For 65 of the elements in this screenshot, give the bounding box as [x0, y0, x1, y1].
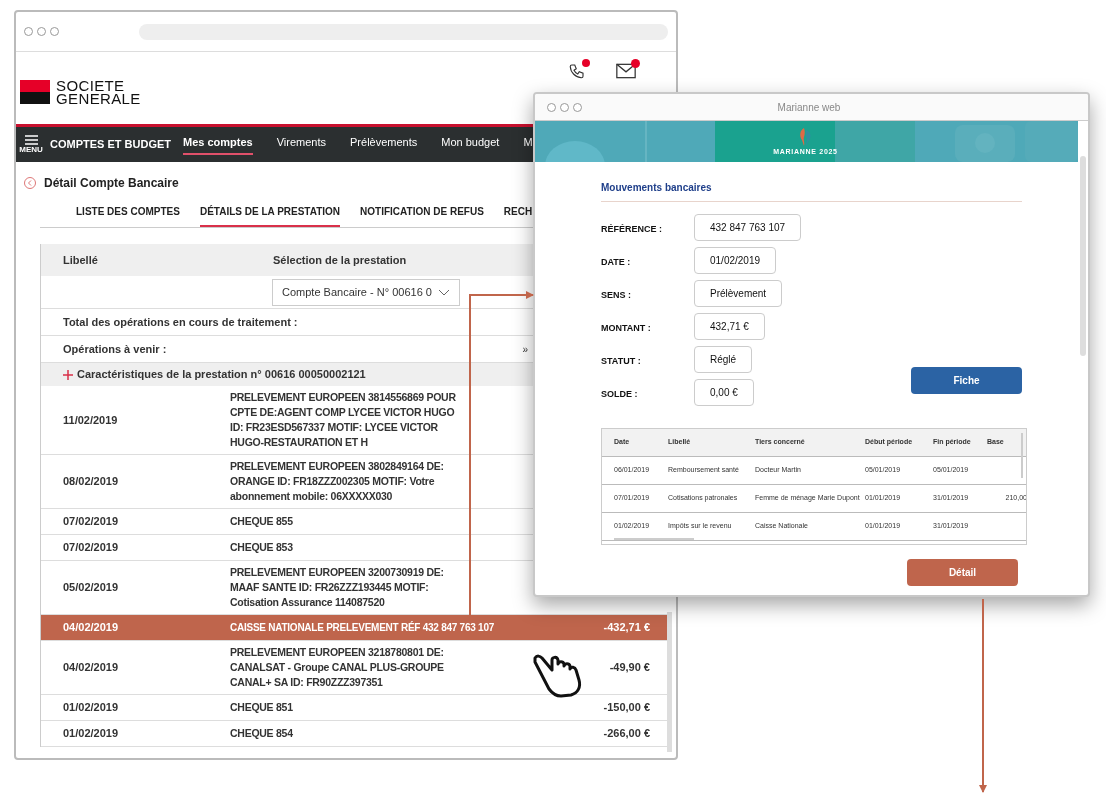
column-header: Libellé	[63, 252, 99, 268]
nav-section: COMPTES ET BUDGET	[50, 136, 183, 153]
value-field: 0,00 €	[694, 379, 754, 406]
nav-item[interactable]: M	[523, 134, 533, 155]
value-field: 432 847 763 107	[694, 214, 802, 241]
label-cell-text: CHEQUE 851	[230, 700, 294, 715]
nav-item[interactable]: Prélèvements	[350, 134, 418, 155]
label-cell-text: CHEQUE 855	[230, 514, 294, 529]
chevron-icon	[438, 288, 450, 296]
nav-item[interactable]: Mon budget	[441, 134, 500, 155]
detail-button[interactable]: Détail	[907, 559, 1018, 586]
tab[interactable]: NOTIFICATION DE REFUS	[360, 204, 484, 227]
amount-cell-text: -49,90 €	[608, 660, 651, 676]
column-header: Sélection de la prestation	[273, 252, 407, 268]
plus-icon[interactable]	[63, 369, 73, 380]
label-cell-text: PRELEVEMENT EUROPEEN 3802849164 DE: ORANGE ID: FR18ZZZ002305 MOTIF: Votre abonnement mobile: 06XXXXX030	[230, 459, 445, 504]
date-cell-text: 07/02/2019	[62, 514, 120, 530]
label-cell-text: CHEQUE 853	[230, 540, 294, 555]
nav-item[interactable]: Virements	[276, 134, 327, 155]
field-label: RÉFÉRENCE :	[601, 222, 663, 236]
date-cell-text: 04/02/2019	[62, 620, 120, 636]
field-label: SOLDE :	[601, 387, 639, 401]
summary-label: Total des opérations en cours de traitement :	[63, 314, 298, 330]
date-cell-text: 07/02/2019	[62, 540, 120, 556]
menu-button[interactable]: MENU	[16, 135, 46, 154]
value-field: Réglé	[694, 346, 753, 373]
date-cell-text: 04/02/2019	[62, 660, 120, 676]
brand-name: SOCIETE GENERALE	[56, 79, 141, 105]
amount-cell-text: -432,71 €	[602, 620, 651, 636]
value-field: Prélèvement	[694, 280, 783, 307]
menu-icon	[24, 135, 38, 145]
back-icon[interactable]	[24, 177, 36, 189]
tab[interactable]: LISTE DES COMPTES	[76, 204, 180, 227]
label-cell-text: PRELEVEMENT EUROPEEN 3814556869 POUR CPTE DE:AGENT COMP LYCEE VICTOR HUGO ID: FR23ESD567337 MOTIF: LYCEE VICTOR HUGO-RESTAURATION ET H	[230, 390, 457, 450]
amount-cell-text: -266,00 €	[602, 726, 651, 742]
date-cell-text: 01/02/2019	[62, 726, 120, 742]
fiche-button[interactable]: Fiche	[911, 367, 1022, 394]
field-label: DATE :	[601, 255, 632, 269]
account-select[interactable]: Compte Bancaire - N° 00616 0	[272, 278, 460, 306]
value-field: 432,71 €	[694, 313, 765, 340]
label-cell-text: CHEQUE 854	[230, 726, 294, 741]
selected-row[interactable]: 04/02/2019 CAISSE NATIONALE PRELEVEMENT RÉF 432 847 763 107 -432,71 €	[41, 615, 670, 641]
expand-icon[interactable]: »	[522, 341, 528, 357]
summary-label: Opérations à venir :	[63, 341, 167, 357]
value-field: 01/02/2019	[694, 247, 777, 274]
section-heading: Mouvements bancaires	[601, 180, 1022, 202]
label-cell-text: CAISSE NATIONALE PRELEVEMENT RÉF 432 847 763 107	[230, 620, 495, 635]
date-cell-text: 08/02/2019	[62, 474, 120, 490]
section-title: Caractéristiques de la prestation n° 00616 00050002121	[77, 367, 366, 383]
field-label: STATUT :	[601, 354, 642, 368]
window-title: Marianne web	[777, 100, 842, 115]
field-label: MONTANT :	[601, 321, 652, 335]
date-cell-text: 11/02/2019	[62, 412, 119, 428]
page-title: Détail Compte Bancaire	[44, 175, 179, 192]
date-cell-text: 05/02/2019	[62, 580, 120, 596]
date-cell-text: 01/02/2019	[62, 700, 120, 716]
amount-cell-text: -150,00 €	[602, 700, 651, 716]
label-cell-text: PRELEVEMENT EUROPEEN 3200730919 DE: MAAF SANTE ID: FR26ZZZ193445 MOTIF: Cotisation Assurance 114087520	[230, 565, 445, 610]
tab[interactable]: DÉTAILS DE LA PRESTATION	[199, 204, 341, 227]
field-label: SENS :	[601, 288, 632, 302]
tab[interactable]: RECH	[503, 204, 533, 227]
nav-item[interactable]: Mes comptes	[183, 134, 253, 155]
label-cell-text: PRELEVEMENT EUROPEEN 3218780801 DE: CANALSAT - Groupe CANAL PLUS-GROUPE CANAL+ SA ID: FR90ZZZ397351	[230, 645, 445, 690]
logo-icon	[20, 80, 50, 104]
scrollbar	[1021, 433, 1023, 478]
